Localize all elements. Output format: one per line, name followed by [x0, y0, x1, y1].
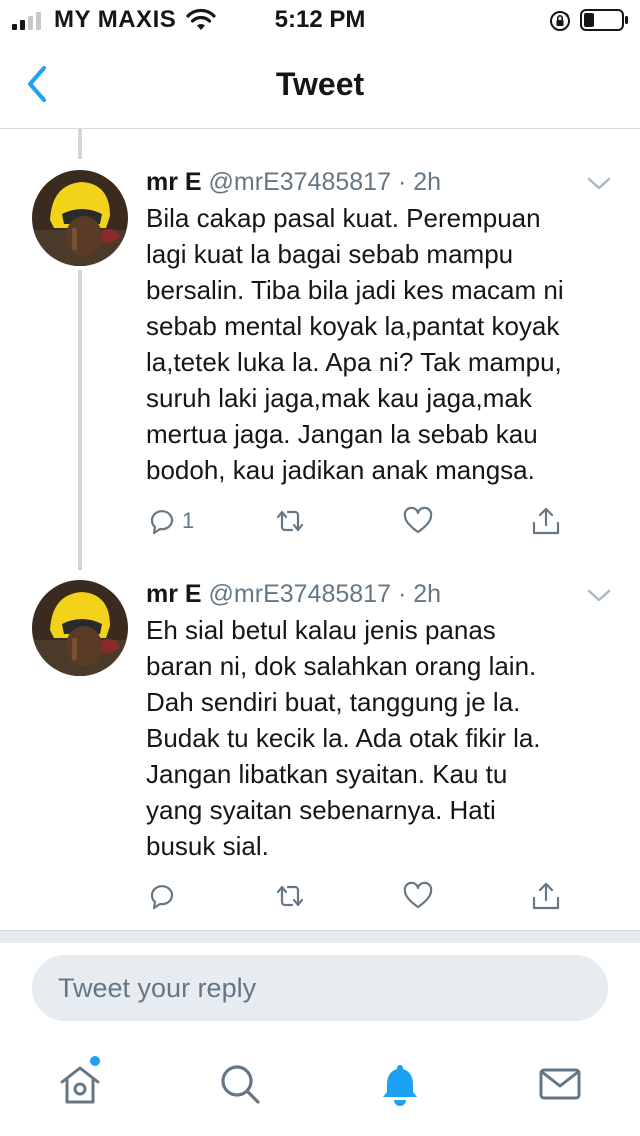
search-icon [221, 1065, 260, 1104]
section-divider [0, 930, 640, 943]
reply-placeholder: Tweet your reply [58, 973, 257, 1003]
tweet-text-line: sebab mental koyak la,pantat koyak [146, 311, 560, 341]
tweet-text-line: mertua jaga. Jangan la sebab kau [146, 419, 538, 449]
chevron-down-icon[interactable] [586, 588, 612, 604]
share-button[interactable] [530, 876, 562, 916]
tweet-text-line: baran ni, dok salahkan orang lain. [146, 651, 537, 681]
navigation-bar: Tweet [0, 40, 640, 129]
retweet-button[interactable] [274, 876, 306, 916]
tweet-text-line: lagi kuat la bagai sebab mampu [146, 239, 514, 269]
tweet-text-line: Budak tu kecik la. Ada otak fikir la. [146, 723, 541, 753]
avatar[interactable] [32, 170, 128, 266]
retweet-icon [276, 885, 304, 907]
thread-line [78, 129, 82, 159]
tab-bar [0, 1040, 640, 1136]
user-handle[interactable]: @mrE37485817 [209, 168, 391, 196]
tweet-text-line: bodoh, kau jadikan anak mangsa. [146, 455, 535, 485]
battery-icon [580, 9, 628, 31]
heart-icon [403, 506, 433, 534]
tweet-actions: 1 [146, 501, 576, 541]
notifications-icon [383, 1065, 417, 1106]
tweet-text-line: suruh laki jaga,mak kau jaga,mak [146, 383, 532, 413]
tweet-actions [146, 876, 576, 916]
display-name[interactable]: mr E [146, 168, 202, 196]
timestamp[interactable]: 2h [413, 580, 441, 608]
tweet-text-line: Bila cakap pasal kuat. Perempuan [146, 203, 541, 233]
tweet-text-line: yang syaitan sebenarnya. Hati [146, 795, 496, 825]
reply-count: 1 [182, 508, 195, 533]
tweet-text-line: busuk sial. [146, 831, 269, 861]
rotation-lock-icon [550, 11, 570, 31]
reply-icon [150, 885, 174, 910]
display-name[interactable]: mr E [146, 580, 202, 608]
reply-button[interactable]: 1 [146, 501, 194, 541]
share-button[interactable] [530, 501, 562, 541]
separator: · [397, 580, 407, 608]
tab-home[interactable] [56, 1060, 104, 1108]
user-handle[interactable]: @mrE37485817 [209, 580, 391, 608]
messages-icon [539, 1068, 581, 1100]
like-button[interactable] [402, 501, 434, 541]
heart-icon [403, 881, 433, 909]
status-bar: MY MAXIS 5:12 PM [0, 0, 640, 40]
reply-icon [150, 510, 174, 535]
reply-input[interactable]: Tweet your reply [32, 955, 608, 1021]
reply-button[interactable] [146, 876, 182, 916]
timestamp[interactable]: 2h [413, 168, 441, 196]
share-icon [532, 507, 560, 535]
tweet-text-line: la,tetek luka la. Apa ni? Tak mampu, [146, 347, 562, 377]
tweet-text: Bila cakap pasal kuat. Perempuan lagi ku… [146, 200, 616, 488]
retweet-button[interactable] [274, 501, 306, 541]
tweet-header: mr E @mrE37485817 · 2h [146, 168, 441, 197]
tweet-text-line: Eh sial betul kalau jenis panas [146, 615, 496, 645]
tweet-header: mr E @mrE37485817 · 2h [146, 580, 441, 609]
home-notification-dot [90, 1056, 100, 1066]
tab-messages[interactable] [536, 1060, 584, 1108]
retweet-icon [276, 510, 304, 532]
like-button[interactable] [402, 876, 434, 916]
tweet-text-line: bersalin. Tiba bila jadi kes macam ni [146, 275, 564, 305]
home-icon [60, 1066, 100, 1104]
tweet-text: Eh sial betul kalau jenis panas baran ni… [146, 612, 616, 864]
tweet-text-line: Jangan libatkan syaitan. Kau tu [146, 759, 508, 789]
tab-search[interactable] [216, 1060, 264, 1108]
chevron-down-icon[interactable] [586, 176, 612, 192]
separator: · [397, 168, 407, 196]
tab-notifications[interactable] [376, 1060, 424, 1108]
tweet-text-line: Dah sendiri buat, tanggung je la. [146, 687, 521, 717]
share-icon [532, 882, 560, 910]
status-time: 5:12 PM [274, 6, 366, 33]
avatar[interactable] [32, 580, 128, 676]
tweet[interactable]: mr E @mrE37485817 · 2h Bila cakap pasal … [0, 168, 640, 548]
tweet[interactable]: mr E @mrE37485817 · 2h Eh sial betul kal… [0, 580, 640, 920]
page-title: Tweet [275, 66, 365, 102]
